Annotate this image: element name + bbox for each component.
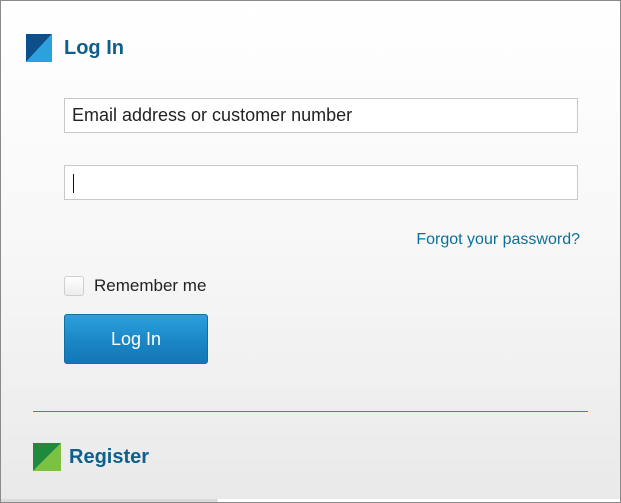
remember-me-row[interactable]: Remember me (64, 276, 206, 296)
login-button[interactable]: Log In (64, 314, 208, 364)
login-title: Log In (64, 37, 124, 59)
remember-me-checkbox[interactable] (64, 276, 84, 296)
section-divider (33, 411, 588, 412)
blue-diagonal-square-icon (26, 34, 52, 62)
forgot-password-link[interactable]: Forgot your password? (416, 231, 580, 249)
bottom-strip (1, 499, 620, 502)
text-caret (73, 174, 74, 193)
login-header: Log In (26, 33, 124, 63)
green-diagonal-square-icon (33, 443, 61, 471)
login-panel: Log In Forgot your password? Remember me… (0, 0, 621, 503)
password-field[interactable] (64, 165, 578, 200)
remember-me-label[interactable]: Remember me (94, 276, 206, 296)
register-link[interactable]: Register (69, 446, 149, 469)
register-row: Register (33, 443, 149, 471)
email-field[interactable] (64, 98, 578, 133)
